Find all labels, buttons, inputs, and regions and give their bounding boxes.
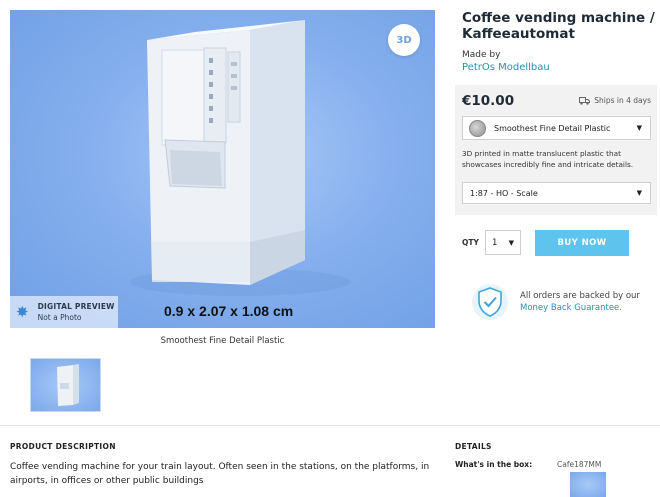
sparkle-icon: ✸	[16, 303, 29, 321]
shipping-text: Ships in 4 days	[594, 96, 651, 105]
material-swatch-icon	[469, 119, 486, 137]
buy-now-label: BUY NOW	[557, 238, 607, 248]
buy-now-button[interactable]: BUY NOW	[535, 230, 629, 256]
in-box-thumbnail[interactable]	[570, 472, 606, 497]
3d-view-button[interactable]: 3D	[388, 24, 420, 56]
chevron-down-icon: ▼	[636, 124, 642, 132]
dimensions-label: 0.9 x 2.07 x 1.08 cm	[164, 303, 294, 319]
digital-preview-text: DIGITAL PREVIEW Not a Photo	[38, 302, 115, 322]
3d-rotate-icon: 3D	[396, 34, 412, 46]
material-select[interactable]: Smoothest Fine Detail Plastic ▼	[462, 116, 651, 140]
digital-preview-subtitle: Not a Photo	[37, 313, 82, 322]
material-select-value: Smoothest Fine Detail Plastic	[494, 123, 611, 133]
in-box-value: Cafe187MM	[557, 460, 602, 469]
chevron-down-icon: ▼	[636, 189, 642, 197]
guarantee-statement: All orders are backed by our	[520, 291, 640, 301]
material-caption: Smoothest Fine Detail Plastic	[160, 336, 285, 346]
product-description-text: Coffee vending machine for your train la…	[10, 462, 430, 486]
truck-icon	[579, 96, 591, 105]
product-preview[interactable]: 3D ✸ DIGITAL PREVIEW Not a Photo 0.9 x 2…	[10, 10, 435, 328]
digital-preview-badge: ✸ DIGITAL PREVIEW Not a Photo	[10, 296, 118, 328]
shipping-info: Ships in 4 days	[579, 96, 651, 105]
chevron-down-icon: ▼	[508, 238, 514, 247]
digital-preview-title: DIGITAL PREVIEW	[37, 302, 115, 311]
material-description: 3D printed in matte translucent plastic …	[462, 149, 634, 169]
thumbnail-image[interactable]	[30, 358, 101, 412]
product-title: Coffee vending machine / Kaffeeautomat	[462, 10, 655, 42]
section-divider	[0, 425, 660, 426]
shield-check-icon	[472, 284, 508, 320]
guarantee-text: All orders are backed by our Money Back …	[520, 290, 660, 314]
product-description-heading: PRODUCT DESCRIPTION	[10, 442, 116, 451]
maker-link[interactable]: PetrOs Modellbau	[462, 62, 550, 73]
quantity-select[interactable]: 1 ▼	[485, 230, 521, 255]
made-by-label: Made by	[462, 50, 501, 60]
details-heading: DETAILS	[455, 442, 492, 451]
qty-label: QTY	[462, 238, 479, 247]
scale-select-value: 1:87 - HO - Scale	[470, 188, 538, 198]
vending-machine-render	[130, 20, 350, 296]
in-box-label: What's in the box:	[455, 460, 533, 469]
quantity-value: 1	[492, 237, 498, 248]
price: €10.00	[462, 93, 515, 109]
purchase-panel: €10.00 Ships in 4 days Smoothest Fine De…	[455, 85, 657, 215]
thumbnail-machine	[57, 364, 79, 406]
money-back-guarantee-link[interactable]: Money Back Guarantee.	[520, 303, 622, 313]
scale-select[interactable]: 1:87 - HO - Scale ▼	[462, 182, 651, 204]
